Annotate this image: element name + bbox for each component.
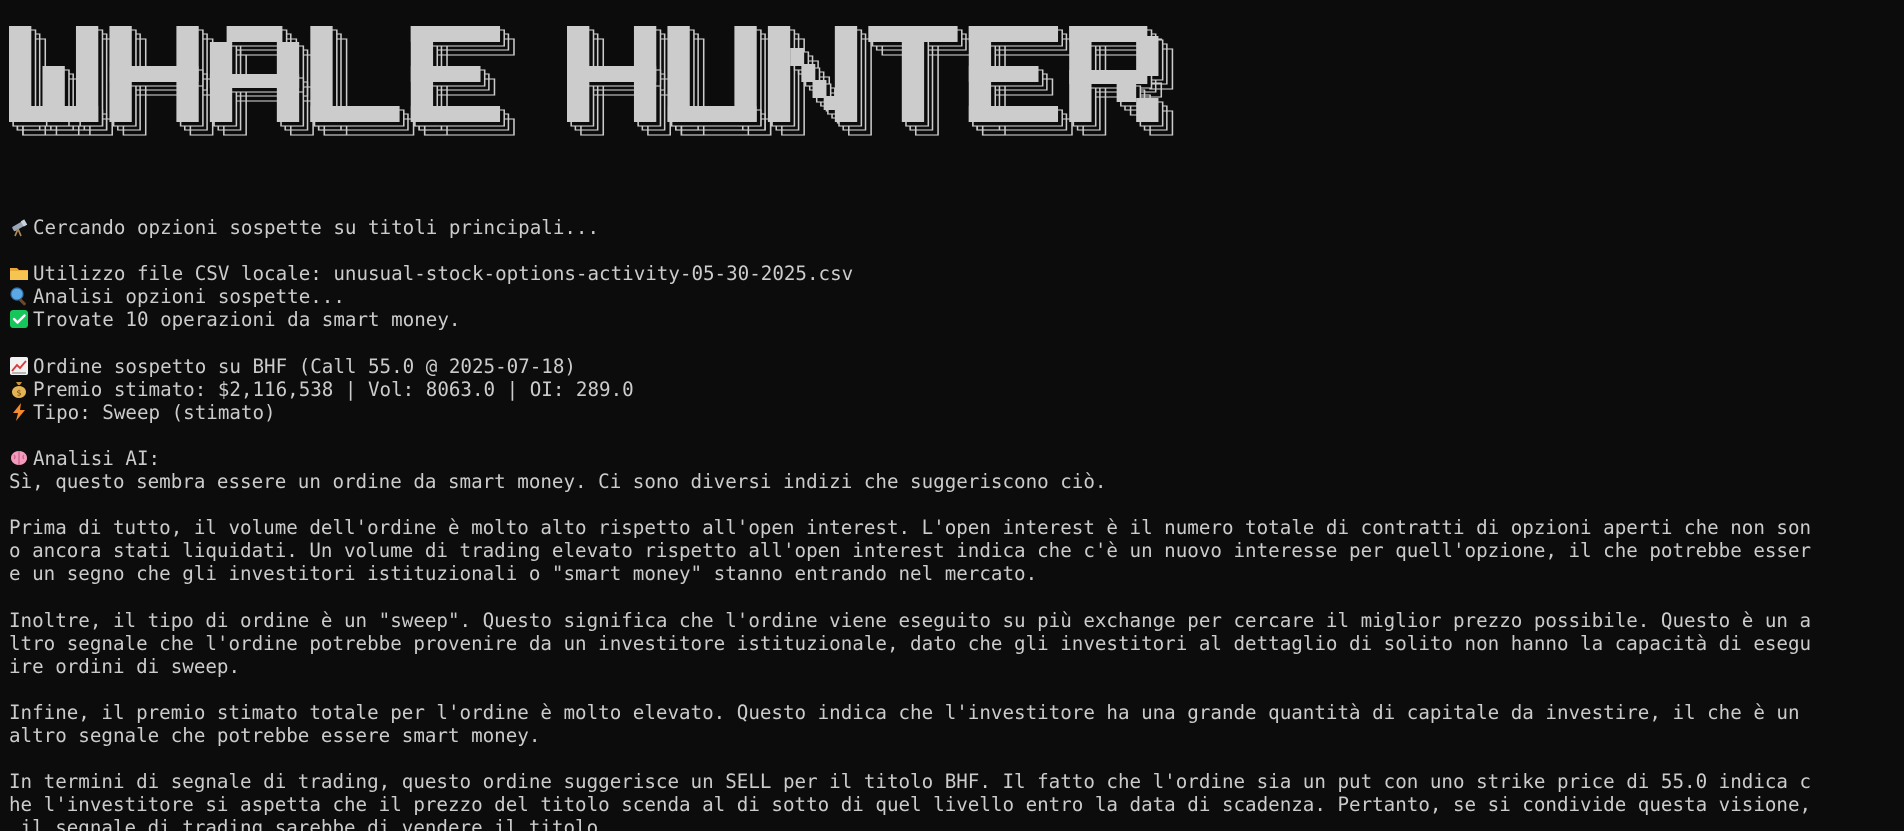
terminal-line-text: Prima di tutto, il volume dell'ordine è … [9, 516, 1812, 540]
terminal-line-text: In termini di segnale di trading, questo… [9, 770, 1812, 794]
telescope-icon [9, 217, 31, 237]
terminal-line-text: Premio stimato: $2,116,538 | Vol: 8063.0… [33, 377, 634, 401]
terminal-line-text: o ancora stati liquidati. Un volume di t… [9, 539, 1812, 563]
brain-icon [9, 448, 31, 468]
terminal-line: e un segno che gli investitori istituzio… [9, 562, 1898, 585]
terminal-line: Analisi AI: [9, 447, 1898, 470]
terminal-line: ltro segnale che l'ordine potrebbe prove… [9, 632, 1898, 655]
terminal-line-text: Sì, questo sembra essere un ordine da sm… [9, 470, 1107, 494]
whale-hunter-banner [9, 26, 1199, 164]
chart-up-icon [9, 356, 31, 376]
terminal-line-text: Analisi opzioni sospette... [33, 285, 345, 309]
terminal-line: Sì, questo sembra essere un ordine da sm… [9, 470, 1898, 493]
terminal-line-text: il segnale di trading sarebbe di vendere… [9, 816, 610, 831]
terminal-line-text: Tipo: Sweep (stimato) [33, 400, 276, 424]
terminal-line-text: Analisi AI: [33, 446, 161, 470]
terminal-window[interactable]: Cercando opzioni sospette su titoli prin… [0, 26, 1904, 831]
terminal-line: Utilizzo file CSV locale: unusual-stock-… [9, 262, 1898, 285]
terminal-line-text: ire ordini di sweep. [9, 654, 241, 678]
money-bag-icon: $ [9, 379, 31, 399]
terminal-line-text: Utilizzo file CSV locale: unusual-stock-… [33, 262, 854, 286]
terminal-line: Prima di tutto, il volume dell'ordine è … [9, 516, 1898, 539]
terminal-line: he l'investitore si aspetta che il prezz… [9, 793, 1898, 816]
terminal-line-text: Inoltre, il tipo di ordine è un "sweep".… [9, 608, 1812, 632]
terminal-line-text: Trovate 10 operazioni da smart money. [33, 308, 461, 332]
terminal-line-text: Ordine sospetto su BHF (Call 55.0 @ 2025… [33, 354, 576, 378]
terminal-line-text: he l'investitore si aspetta che il prezz… [9, 793, 1812, 817]
svg-text:$: $ [16, 388, 21, 397]
terminal-output: Cercando opzioni sospette su titoli prin… [9, 216, 1898, 831]
check-icon [9, 309, 31, 329]
terminal-line: altro segnale che potrebbe essere smart … [9, 724, 1898, 747]
terminal-line: Inoltre, il tipo di ordine è un "sweep".… [9, 609, 1898, 632]
terminal-line: In termini di segnale di trading, questo… [9, 770, 1898, 793]
terminal-line-text: ltro segnale che l'ordine potrebbe prove… [9, 631, 1812, 655]
terminal-line-text: e un segno che gli investitori istituzio… [9, 562, 1038, 586]
terminal-line-text: altro segnale che potrebbe essere smart … [9, 724, 541, 748]
terminal-line: Tipo: Sweep (stimato) [9, 401, 1898, 424]
terminal-line: il segnale di trading sarebbe di vendere… [9, 816, 1898, 831]
terminal-line-text: Cercando opzioni sospette su titoli prin… [33, 216, 600, 239]
terminal-line: $ Premio stimato: $2,116,538 | Vol: 8063.… [9, 378, 1898, 401]
folder-icon [9, 263, 31, 283]
terminal-line: Infine, il premio stimato totale per l'o… [9, 701, 1898, 724]
terminal-line: Cercando opzioni sospette su titoli prin… [9, 216, 1898, 239]
terminal-line: Ordine sospetto su BHF (Call 55.0 @ 2025… [9, 355, 1898, 378]
magnifier-icon [9, 286, 31, 306]
lightning-icon [9, 402, 31, 422]
terminal-line: Analisi opzioni sospette... [9, 285, 1898, 308]
terminal-line: ire ordini di sweep. [9, 655, 1898, 678]
terminal-line-text: Infine, il premio stimato totale per l'o… [9, 700, 1800, 724]
terminal-line: o ancora stati liquidati. Un volume di t… [9, 539, 1898, 562]
terminal-line: Trovate 10 operazioni da smart money. [9, 308, 1898, 331]
